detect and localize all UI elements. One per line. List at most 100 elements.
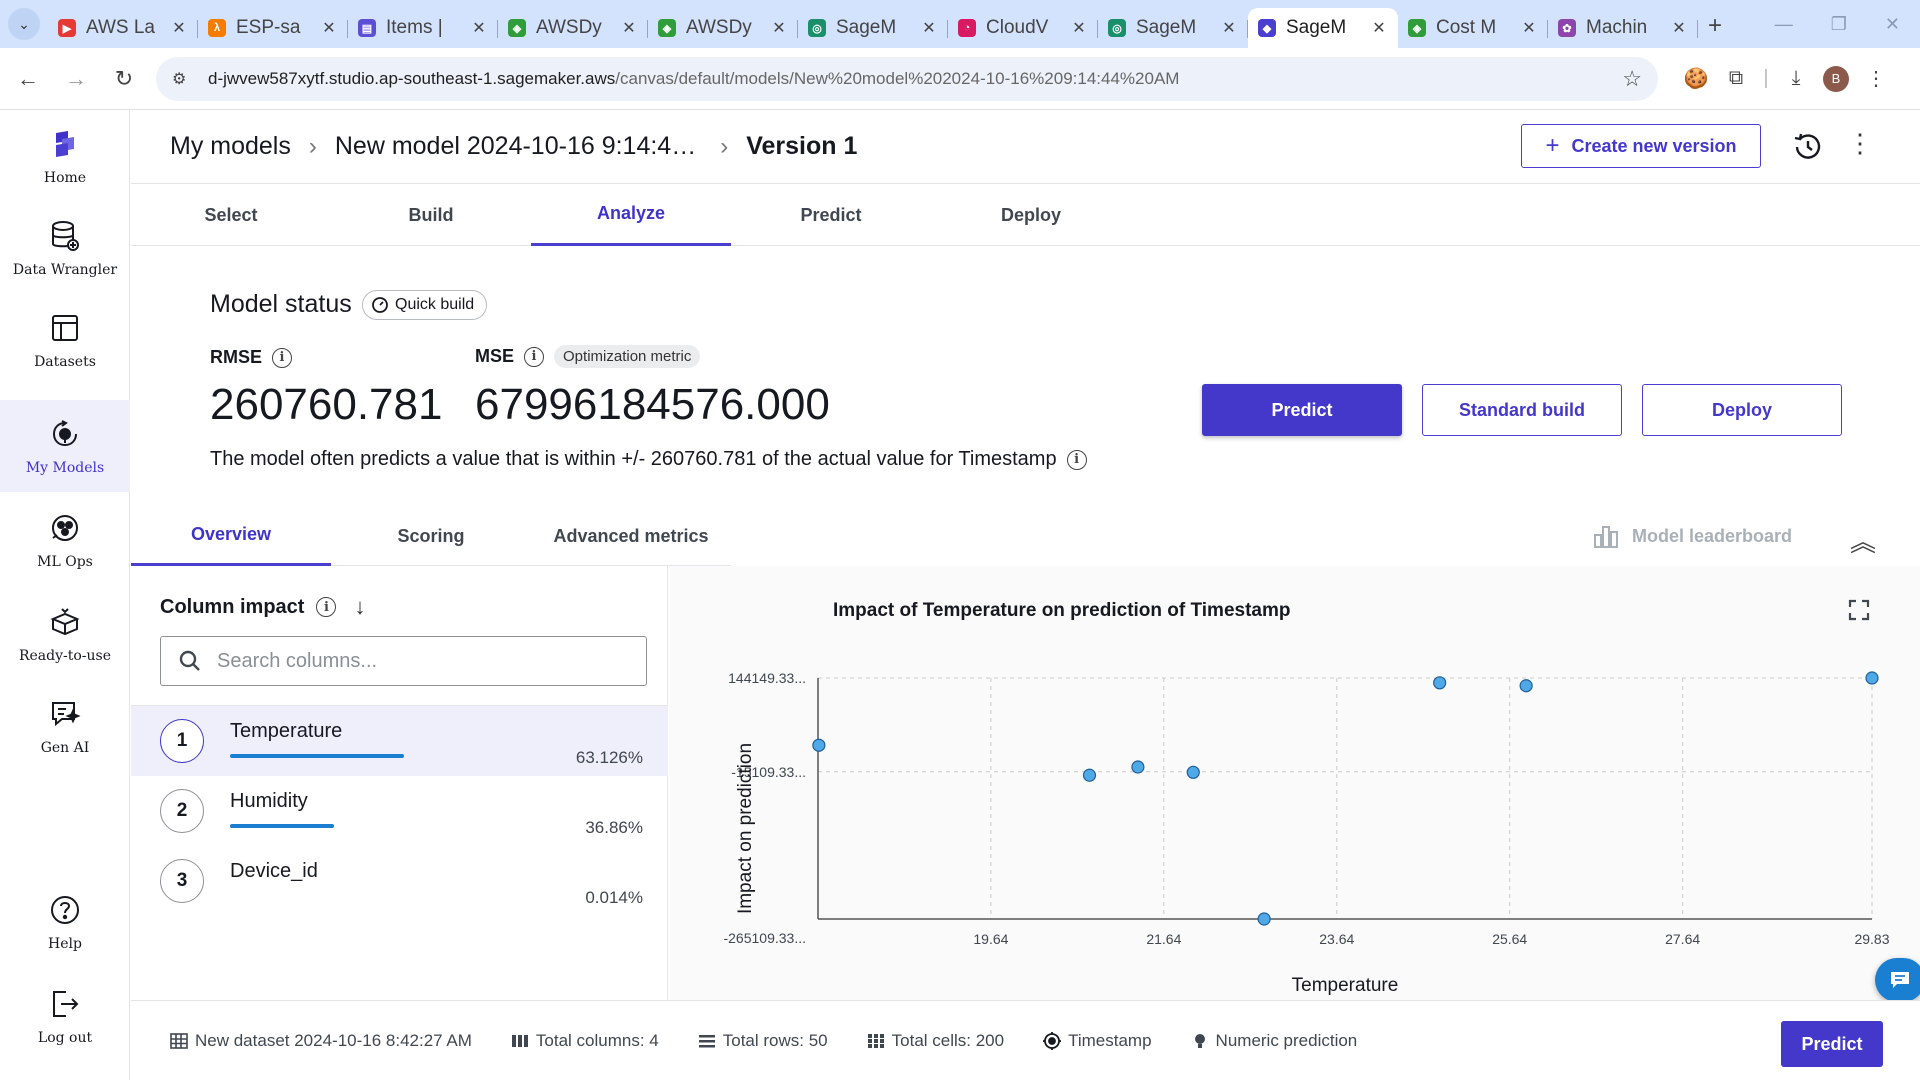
tab-build[interactable]: Build <box>331 184 531 246</box>
breadcrumb-version: Version 1 <box>746 132 858 160</box>
scatter-point <box>1257 912 1271 926</box>
create-new-version-button[interactable]: + Create new version <box>1521 124 1761 168</box>
model-leaderboard-link[interactable]: Model leaderboard <box>1592 522 1792 550</box>
info-icon[interactable]: i <box>524 346 545 367</box>
info-icon[interactable]: i <box>316 597 337 617</box>
create-new-version-label: Create new version <box>1571 135 1737 156</box>
tab-overview[interactable]: Overview <box>131 506 331 566</box>
tab-close-icon[interactable]: ✕ <box>770 18 788 38</box>
optimization-metric-badge: Optimization metric <box>554 345 701 368</box>
sidebar-item-home[interactable]: Home <box>0 110 130 202</box>
url-field[interactable]: ⚙ d-jwvew587xytf.studio.ap-southeast-1.s… <box>156 56 1658 101</box>
breadcrumb-model-name[interactable]: New model 2024-10-16 9:14:4… <box>335 132 696 161</box>
mse-label-group: MSE i Optimization metric <box>475 345 701 368</box>
list-item[interactable]: 1 Temperature 63.126% <box>131 706 668 776</box>
sidebar-item-my-models[interactable]: My Models <box>0 400 130 492</box>
browser-tab[interactable]: ◈ Cost M ✕ <box>1398 8 1548 48</box>
home-icon <box>47 126 83 162</box>
rank-badge: 2 <box>160 789 204 833</box>
forward-arrow-icon[interactable]: → <box>56 59 96 99</box>
list-item[interactable]: 2 Humidity 36.86% <box>131 776 668 846</box>
tab-predict[interactable]: Predict <box>731 184 931 246</box>
standard-build-button[interactable]: Standard build <box>1422 384 1622 436</box>
browser-tab[interactable]: ▶ AWS La ✕ <box>48 8 198 48</box>
sidebar-item-data-wrangler[interactable]: Data Wrangler <box>0 202 130 294</box>
site-settings-icon[interactable]: ⚙ <box>172 69 196 89</box>
cookie-extension-icon[interactable]: 🍪 <box>1676 59 1716 99</box>
tab-close-icon[interactable]: ✕ <box>320 18 338 38</box>
impact-percent: 0.014% <box>585 888 643 907</box>
address-bar: ← → ↻ ⚙ d-jwvew587xytf.studio.ap-southea… <box>0 48 1920 110</box>
tab-deploy[interactable]: Deploy <box>931 184 1131 246</box>
tab-search-chevron-icon[interactable]: ⌄ <box>8 8 40 40</box>
dataset-table-icon <box>170 1032 188 1049</box>
info-icon[interactable]: i <box>272 347 293 368</box>
sidebar-item-datasets[interactable]: Datasets <box>0 294 130 386</box>
tab-close-icon[interactable]: ✕ <box>1220 18 1238 38</box>
reload-icon[interactable]: ↻ <box>104 59 144 99</box>
column-impact-title: Column impact <box>160 595 305 618</box>
predict-button[interactable]: Predict <box>1202 384 1402 436</box>
browser-tab[interactable]: ◔ CloudV ✕ <box>948 8 1098 48</box>
rmse-label: RMSE <box>210 347 263 367</box>
sidebar-label: ML Ops <box>37 554 93 570</box>
tab-close-icon[interactable]: ✕ <box>170 18 188 38</box>
tab-favicon-icon: ◔ <box>958 19 976 37</box>
deploy-button[interactable]: Deploy <box>1642 384 1842 436</box>
browser-tab[interactable]: ◎ SageM ✕ <box>1098 8 1248 48</box>
tab-close-icon[interactable]: ✕ <box>1520 18 1538 38</box>
metric-description-text: The model often predicts a value that is… <box>210 448 1057 470</box>
sidebar-item-log-out[interactable]: Log out <box>0 970 130 1062</box>
my-models-icon <box>47 416 83 452</box>
x-axis-title: Temperature <box>1292 975 1399 996</box>
tab-advanced-metrics[interactable]: Advanced metrics <box>531 506 731 566</box>
browser-menu-icon[interactable]: ⋮ <box>1856 59 1896 99</box>
sidebar-item-ready-to-use[interactable]: Ready-to-use <box>0 588 130 680</box>
model-status-title: Model status <box>210 290 352 318</box>
browser-tab[interactable]: ◎ SageM ✕ <box>798 8 948 48</box>
version-history-icon[interactable] <box>1791 130 1825 164</box>
browser-tab[interactable]: ▤ Items | ✕ <box>348 8 498 48</box>
column-search-field[interactable] <box>160 636 647 686</box>
chat-feedback-button[interactable] <box>1875 958 1920 1002</box>
tab-close-icon[interactable]: ✕ <box>1670 18 1688 38</box>
new-tab-plus-icon[interactable]: + <box>1708 12 1722 40</box>
browser-tab[interactable]: ◈ AWSDy ✕ <box>648 8 798 48</box>
info-icon[interactable]: i <box>1066 449 1087 470</box>
sidebar-item-ml-ops[interactable]: ML Ops <box>0 494 130 586</box>
bookmark-star-icon[interactable]: ☆ <box>1622 66 1642 92</box>
browser-tab[interactable]: ◆ SageM ✕ <box>1248 8 1398 48</box>
restore-icon[interactable]: ❐ <box>1831 14 1847 35</box>
column-search-input[interactable] <box>217 649 637 673</box>
minimize-icon[interactable]: — <box>1775 14 1793 35</box>
sort-descending-icon[interactable]: ↓ <box>354 594 365 620</box>
tab-close-icon[interactable]: ✕ <box>620 18 638 38</box>
download-icon[interactable]: ⤓ <box>1776 59 1816 99</box>
extensions-puzzle-icon[interactable]: ⧉ <box>1716 59 1756 99</box>
browser-tab[interactable]: ✿ Machin ✕ <box>1548 8 1698 48</box>
browser-tab[interactable]: λ ESP-sa ✕ <box>198 8 348 48</box>
tab-scoring[interactable]: Scoring <box>331 506 531 566</box>
window-close-icon[interactable]: ✕ <box>1885 14 1900 35</box>
collapse-chevron-icon[interactable]: ︽ <box>1850 522 1876 559</box>
back-arrow-icon[interactable]: ← <box>8 59 48 99</box>
tab-close-icon[interactable]: ✕ <box>1070 18 1088 38</box>
sidebar-item-gen-ai[interactable]: Gen AI <box>0 680 130 772</box>
tab-favicon-icon: λ <box>208 19 226 37</box>
list-item[interactable]: 3 Device_id 0.014% <box>131 846 668 916</box>
tab-close-icon[interactable]: ✕ <box>470 18 488 38</box>
tab-analyze[interactable]: Analyze <box>531 184 731 246</box>
browser-tab[interactable]: ◈ AWSDy ✕ <box>498 8 648 48</box>
metric-description: The model often predicts a value that is… <box>210 448 1087 471</box>
profile-avatar[interactable]: B <box>1816 59 1856 99</box>
footer-predict-button[interactable]: Predict <box>1781 1021 1883 1067</box>
breadcrumb-my-models[interactable]: My models <box>170 132 291 161</box>
tab-select[interactable]: Select <box>131 184 331 246</box>
analysis-tabs: Overview Scoring Advanced metrics <box>131 506 731 566</box>
toolbar-divider: | <box>1763 67 1769 89</box>
tab-close-icon[interactable]: ✕ <box>920 18 938 38</box>
sidebar-item-help[interactable]: Help <box>0 876 130 968</box>
more-options-icon[interactable]: ⋮ <box>1845 128 1875 164</box>
tab-close-icon[interactable]: ✕ <box>1370 18 1388 38</box>
x-tick-label: 21.64 <box>1146 931 1181 947</box>
